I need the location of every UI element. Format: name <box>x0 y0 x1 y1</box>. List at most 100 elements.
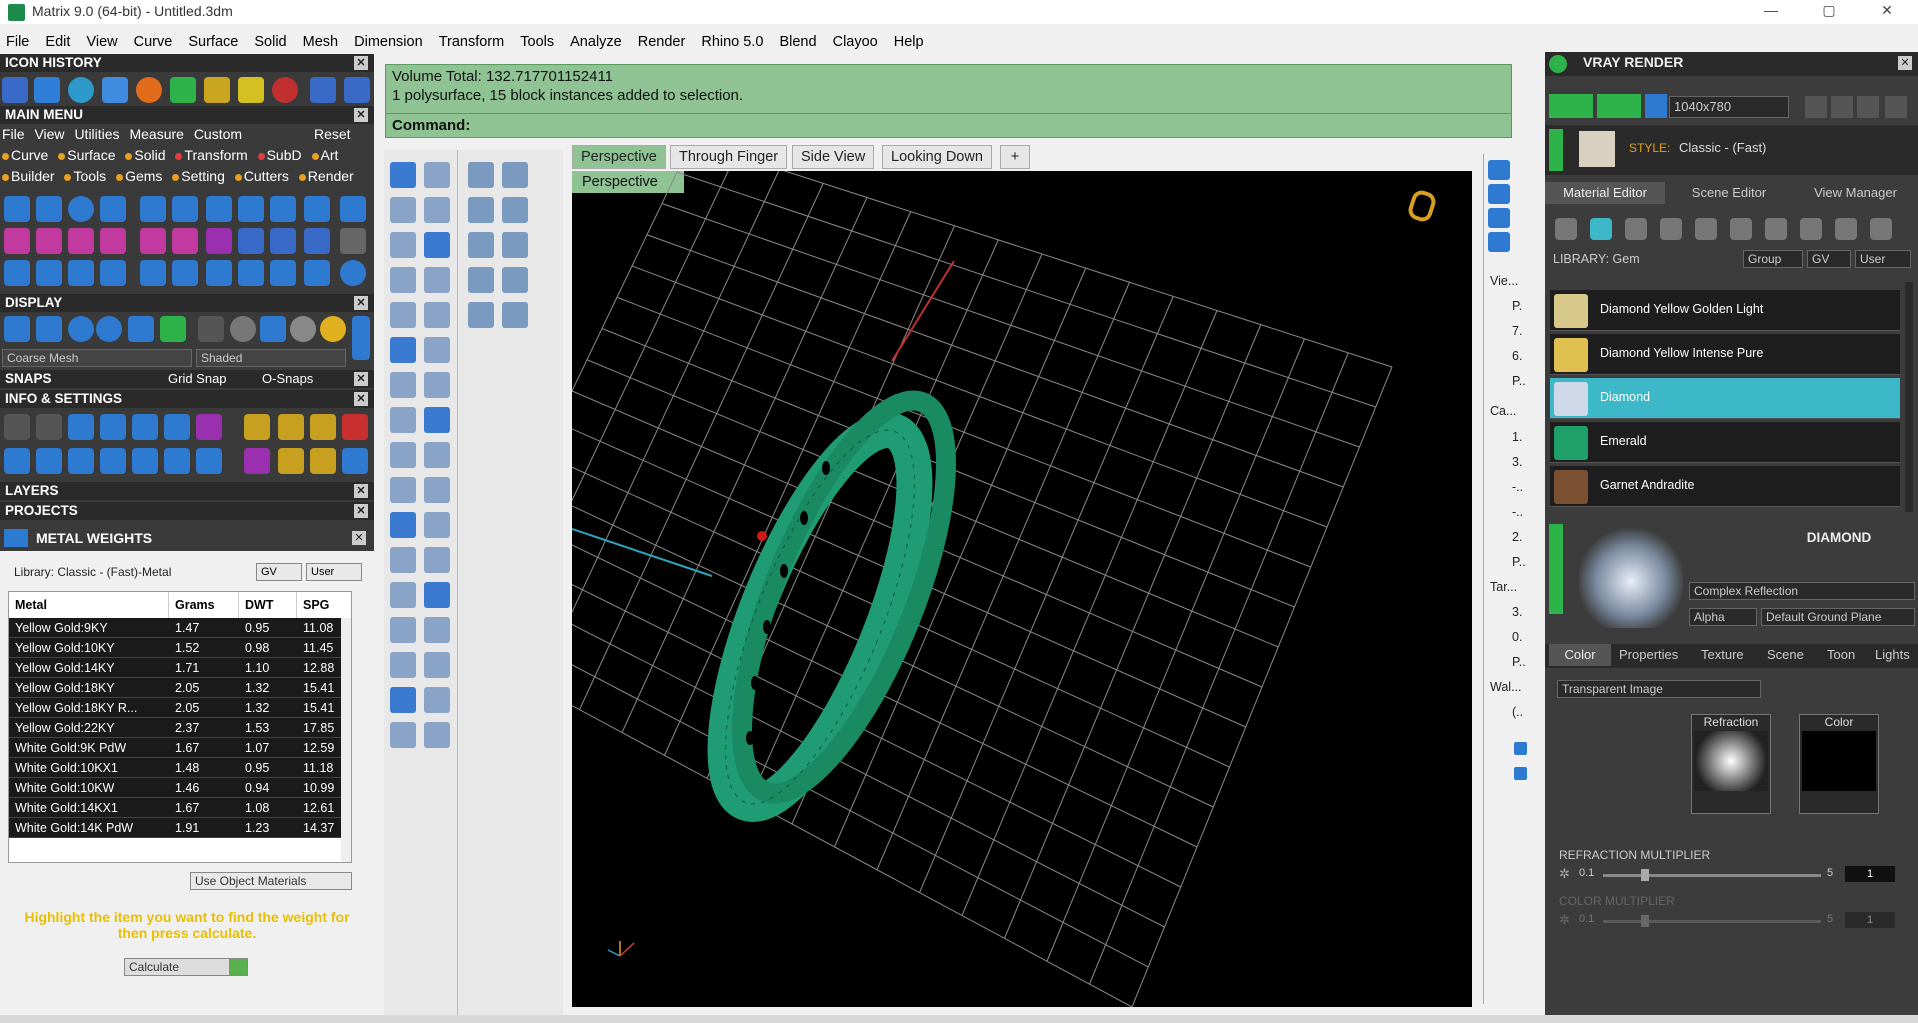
list-icon[interactable] <box>1857 96 1879 118</box>
property-value[interactable]: P.. <box>1512 555 1526 569</box>
close-icon[interactable]: ✕ <box>354 296 368 310</box>
back-arrow-icon[interactable] <box>310 77 336 103</box>
cat-render[interactable]: Render <box>298 168 354 184</box>
tab-side-view[interactable]: Side View <box>792 145 875 169</box>
boolean-tool-icon[interactable] <box>424 372 450 398</box>
gallery-icon[interactable] <box>140 228 166 254</box>
solid-tool-icon[interactable] <box>390 617 416 643</box>
tab-properties[interactable]: Properties <box>1619 644 1678 666</box>
box3d-icon[interactable] <box>68 448 94 474</box>
tab-view-manager[interactable]: View Manager <box>1793 182 1918 204</box>
frame-c-icon[interactable] <box>342 414 368 440</box>
property-value[interactable]: -.. <box>1512 480 1523 494</box>
color-swatch[interactable]: Color <box>1799 714 1879 814</box>
square-icon[interactable] <box>1660 218 1682 240</box>
bezel-icon[interactable] <box>100 196 126 222</box>
menu-curve[interactable]: Curve <box>128 30 179 50</box>
gem-icon[interactable] <box>1590 218 1612 240</box>
point-tool-icon[interactable] <box>424 162 450 188</box>
display-tab-icon[interactable] <box>1488 184 1510 204</box>
collapse-icon[interactable] <box>1549 129 1563 171</box>
move-icon[interactable] <box>140 260 166 286</box>
property-value[interactable]: P. <box>1512 299 1522 313</box>
gem-tool-icon[interactable] <box>502 302 528 328</box>
sphere-icon[interactable] <box>1625 218 1647 240</box>
cat-gems[interactable]: Gems <box>116 168 162 184</box>
close-icon[interactable]: ✕ <box>354 108 368 122</box>
render-tab-icon[interactable] <box>1488 160 1510 180</box>
vfb-icon[interactable] <box>1831 96 1853 118</box>
band-icon[interactable] <box>68 196 94 222</box>
checkbox[interactable] <box>1514 742 1527 755</box>
material-item[interactable]: Garnet Andradite <box>1550 466 1900 507</box>
tab-looking-down[interactable]: Looking Down <box>882 145 992 169</box>
slider-track[interactable] <box>1603 874 1821 877</box>
property-value[interactable]: 3. <box>1512 455 1522 469</box>
calc-b-icon[interactable] <box>310 448 336 474</box>
tab-perspective[interactable]: Perspective <box>572 145 666 169</box>
property-value[interactable]: (.. <box>1512 705 1523 719</box>
property-value[interactable]: P.. <box>1512 374 1526 388</box>
fillet-tool-icon[interactable] <box>424 302 450 328</box>
use-object-materials-select[interactable]: Use Object Materials <box>190 872 352 890</box>
alpha-toggle[interactable]: Alpha <box>1689 608 1757 626</box>
close-icon[interactable]: ✕ <box>354 392 368 406</box>
explode-tool-icon[interactable] <box>424 442 450 468</box>
options-icon[interactable] <box>1885 96 1907 118</box>
calc-a-icon[interactable] <box>278 448 304 474</box>
maximize-button[interactable]: ▢ <box>1806 2 1852 22</box>
color-multiplier-slider[interactable]: ✲ 0.1 5 1 <box>1559 912 1909 930</box>
trim-tool-icon[interactable] <box>390 477 416 503</box>
polygon-tool-icon[interactable] <box>390 267 416 293</box>
gem-tool-icon[interactable] <box>468 162 494 188</box>
frame-b-icon[interactable] <box>310 414 336 440</box>
table-row[interactable]: Yellow Gold:18KY R... 2.05 1.32 15.41 <box>9 698 351 718</box>
pen-icon[interactable] <box>238 228 264 254</box>
wireframe-icon[interactable] <box>4 316 30 342</box>
magnify-icon[interactable] <box>36 414 62 440</box>
line-plus-icon[interactable] <box>68 228 94 254</box>
table-row[interactable]: White Gold:14KX1 1.67 1.08 12.61 <box>9 798 351 818</box>
table-row[interactable]: Yellow Gold:18KY 2.05 1.32 15.41 <box>9 678 351 698</box>
close-icon[interactable]: ✕ <box>354 484 368 498</box>
mesh-select[interactable]: Coarse Mesh <box>2 349 192 367</box>
cylinder-tool-icon[interactable] <box>390 407 416 433</box>
bulb-icon[interactable] <box>1870 218 1892 240</box>
list-icon[interactable] <box>196 448 222 474</box>
edit-icon[interactable] <box>164 414 190 440</box>
color-tab-icon[interactable] <box>1488 232 1510 252</box>
gem-tool-icon[interactable] <box>502 232 528 258</box>
cat-subd[interactable]: SubD <box>257 147 302 163</box>
property-value[interactable]: 3. <box>1512 605 1522 619</box>
shank-icon[interactable] <box>36 196 62 222</box>
property-value[interactable]: 0. <box>1512 630 1522 644</box>
column-icon[interactable] <box>100 448 126 474</box>
tab-texture[interactable]: Texture <box>1701 644 1744 666</box>
plus-icon[interactable] <box>36 228 62 254</box>
rectangle-tool-icon[interactable] <box>424 267 450 293</box>
gem-tool-icon[interactable] <box>468 232 494 258</box>
command-line[interactable]: Command: <box>386 113 1511 137</box>
prong-icon[interactable] <box>140 196 166 222</box>
curve-icon[interactable] <box>34 77 60 103</box>
dimension-tool-icon[interactable] <box>424 547 450 573</box>
box-tool-icon[interactable] <box>390 372 416 398</box>
menu-clayoo[interactable]: Clayoo <box>827 30 884 50</box>
reflection-select[interactable]: Complex Reflection <box>1689 582 1915 600</box>
menu-file[interactable]: File <box>0 30 35 50</box>
close-icon[interactable]: ✕ <box>354 56 368 70</box>
edit-tool-icon[interactable] <box>390 442 416 468</box>
ellipse-tool-icon[interactable] <box>390 302 416 328</box>
material-item[interactable]: Emerald <box>1550 422 1900 463</box>
surface-tool-icon[interactable] <box>424 407 450 433</box>
head-icon[interactable] <box>172 196 198 222</box>
material-item[interactable]: Diamond <box>1550 378 1900 419</box>
menu-transform[interactable]: Transform <box>433 30 511 50</box>
check-tool-icon[interactable] <box>424 687 450 713</box>
ball-icon[interactable] <box>272 77 298 103</box>
shade-tool-icon[interactable] <box>424 722 450 748</box>
col-value-input[interactable]: 1 <box>1845 912 1895 928</box>
property-value[interactable]: 2. <box>1512 530 1522 544</box>
blank-icon[interactable] <box>340 228 366 254</box>
circle-icon[interactable] <box>340 260 366 286</box>
